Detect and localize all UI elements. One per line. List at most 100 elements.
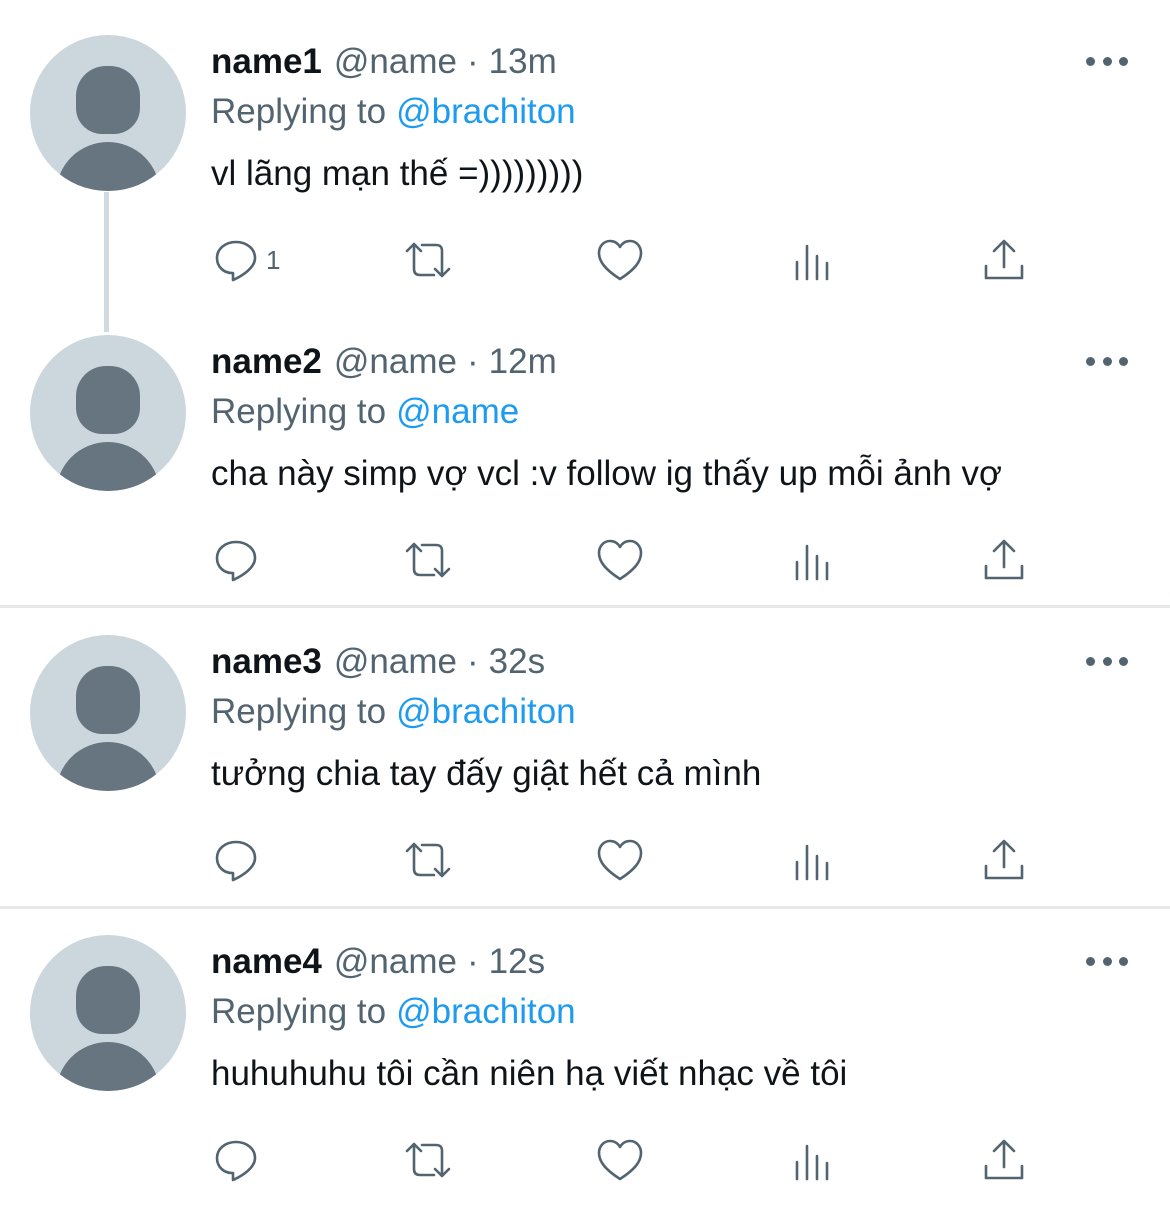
display-name[interactable]: name1 <box>211 40 322 84</box>
avatar-placeholder-body <box>56 442 160 491</box>
replying-to-line: Replying to @brachiton <box>211 990 576 1034</box>
views-icon <box>795 1144 829 1181</box>
reply-icon <box>215 540 257 582</box>
views-button[interactable] <box>784 1128 840 1192</box>
avatar-placeholder-head <box>76 66 140 134</box>
reply-count: 1 <box>266 244 281 275</box>
share-icon <box>984 239 1024 280</box>
share-button[interactable] <box>976 828 1032 892</box>
timestamp[interactable]: 12s <box>489 940 545 984</box>
tweet[interactable]: name2 @name · 12m Replying to @name cha n… <box>0 300 1170 600</box>
separator-dot: · <box>467 42 479 81</box>
avatar[interactable] <box>30 935 186 1091</box>
share-button[interactable] <box>976 1128 1032 1192</box>
avatar-placeholder-body <box>56 142 160 191</box>
reply-button[interactable] <box>208 828 266 892</box>
more-options-button[interactable] <box>1086 654 1128 668</box>
reply-icon <box>215 240 257 282</box>
like-icon <box>597 1139 643 1181</box>
views-icon <box>795 844 829 881</box>
retweet-button[interactable] <box>400 828 456 892</box>
reply-icon <box>215 840 257 882</box>
more-icon-dot <box>1102 56 1112 66</box>
timestamp[interactable]: 12m <box>489 340 557 384</box>
more-icon-dot <box>1119 656 1128 666</box>
separator-dot: · <box>467 942 479 981</box>
more-icon <box>1086 956 1095 966</box>
like-icon <box>597 839 643 881</box>
share-icon <box>984 1139 1024 1180</box>
tweet-actions <box>0 828 1170 892</box>
tweet[interactable]: name4 @name · 12s Replying to @brachiton … <box>0 900 1170 1200</box>
replying-to-mention[interactable]: @name <box>396 392 519 431</box>
avatar-placeholder-head <box>76 366 140 434</box>
tweet-actions <box>0 1128 1170 1192</box>
reply-feed: name1 @name · 13m Replying to @brachiton … <box>0 0 1170 1207</box>
replying-to-mention[interactable]: @brachiton <box>396 692 576 731</box>
separator-dot: · <box>467 642 479 681</box>
avatar-placeholder-head <box>76 666 140 734</box>
more-options-button[interactable] <box>1086 354 1128 368</box>
share-button[interactable] <box>976 228 1032 292</box>
replying-to-line: Replying to @brachiton <box>211 90 576 134</box>
retweet-button[interactable] <box>400 228 456 292</box>
replying-to-label: Replying to <box>211 992 387 1031</box>
replying-to-label: Replying to <box>211 392 387 431</box>
share-icon <box>984 539 1024 580</box>
tweet-actions <box>0 528 1170 592</box>
reply-button[interactable]: 1 <box>208 228 280 292</box>
like-icon <box>597 539 643 581</box>
views-icon <box>795 244 829 281</box>
user-handle[interactable]: @name <box>334 940 457 984</box>
timestamp[interactable]: 13m <box>489 40 557 84</box>
display-name[interactable]: name4 <box>211 940 322 984</box>
retweet-button[interactable] <box>400 1128 456 1192</box>
avatar[interactable] <box>30 35 186 191</box>
retweet-icon <box>405 542 451 578</box>
retweet-button[interactable] <box>400 528 456 592</box>
user-handle[interactable]: @name <box>334 40 457 84</box>
user-handle[interactable]: @name <box>334 340 457 384</box>
retweet-icon <box>405 242 451 278</box>
separator-dot: · <box>467 342 479 381</box>
more-icon-dot <box>1102 656 1112 666</box>
more-icon-dot <box>1119 956 1128 966</box>
like-button[interactable] <box>592 528 648 592</box>
like-button[interactable] <box>592 1128 648 1192</box>
views-button[interactable] <box>784 528 840 592</box>
views-button[interactable] <box>784 828 840 892</box>
more-icon-dot <box>1119 56 1128 66</box>
avatar-placeholder-head <box>76 966 140 1034</box>
share-icon <box>984 839 1024 880</box>
share-button[interactable] <box>976 528 1032 592</box>
tweet[interactable]: name3 @name · 32s Replying to @brachiton … <box>0 600 1170 900</box>
views-icon <box>795 544 829 581</box>
more-icon-dot <box>1102 356 1112 366</box>
replying-to-mention[interactable]: @brachiton <box>396 92 576 131</box>
more-icon-dot <box>1119 356 1128 366</box>
more-options-button[interactable] <box>1086 54 1128 68</box>
reply-button[interactable] <box>208 528 266 592</box>
tweet-actions: 1 <box>0 228 1170 292</box>
tweet[interactable]: name1 @name · 13m Replying to @brachiton … <box>0 0 1170 300</box>
more-options-button[interactable] <box>1086 954 1128 968</box>
reply-icon <box>215 1140 257 1182</box>
display-name[interactable]: name3 <box>211 640 322 684</box>
views-button[interactable] <box>784 228 840 292</box>
more-icon-dot <box>1102 956 1112 966</box>
like-button[interactable] <box>592 228 648 292</box>
like-button[interactable] <box>592 828 648 892</box>
user-handle[interactable]: @name <box>334 640 457 684</box>
replying-to-line: Replying to @brachiton <box>211 690 576 734</box>
replying-to-mention[interactable]: @brachiton <box>396 992 576 1031</box>
display-name[interactable]: name2 <box>211 340 322 384</box>
tweet-text: cha này simp vợ vcl :v follow ig thấy up… <box>211 454 1002 493</box>
avatar[interactable] <box>30 335 186 491</box>
timestamp[interactable]: 32s <box>489 640 545 684</box>
replying-to-label: Replying to <box>211 92 387 131</box>
avatar[interactable] <box>30 635 186 791</box>
tweet-header: name1 @name · 13m <box>211 40 557 84</box>
replying-to-label: Replying to <box>211 692 387 731</box>
avatar-placeholder-body <box>56 742 160 791</box>
reply-button[interactable] <box>208 1128 266 1192</box>
